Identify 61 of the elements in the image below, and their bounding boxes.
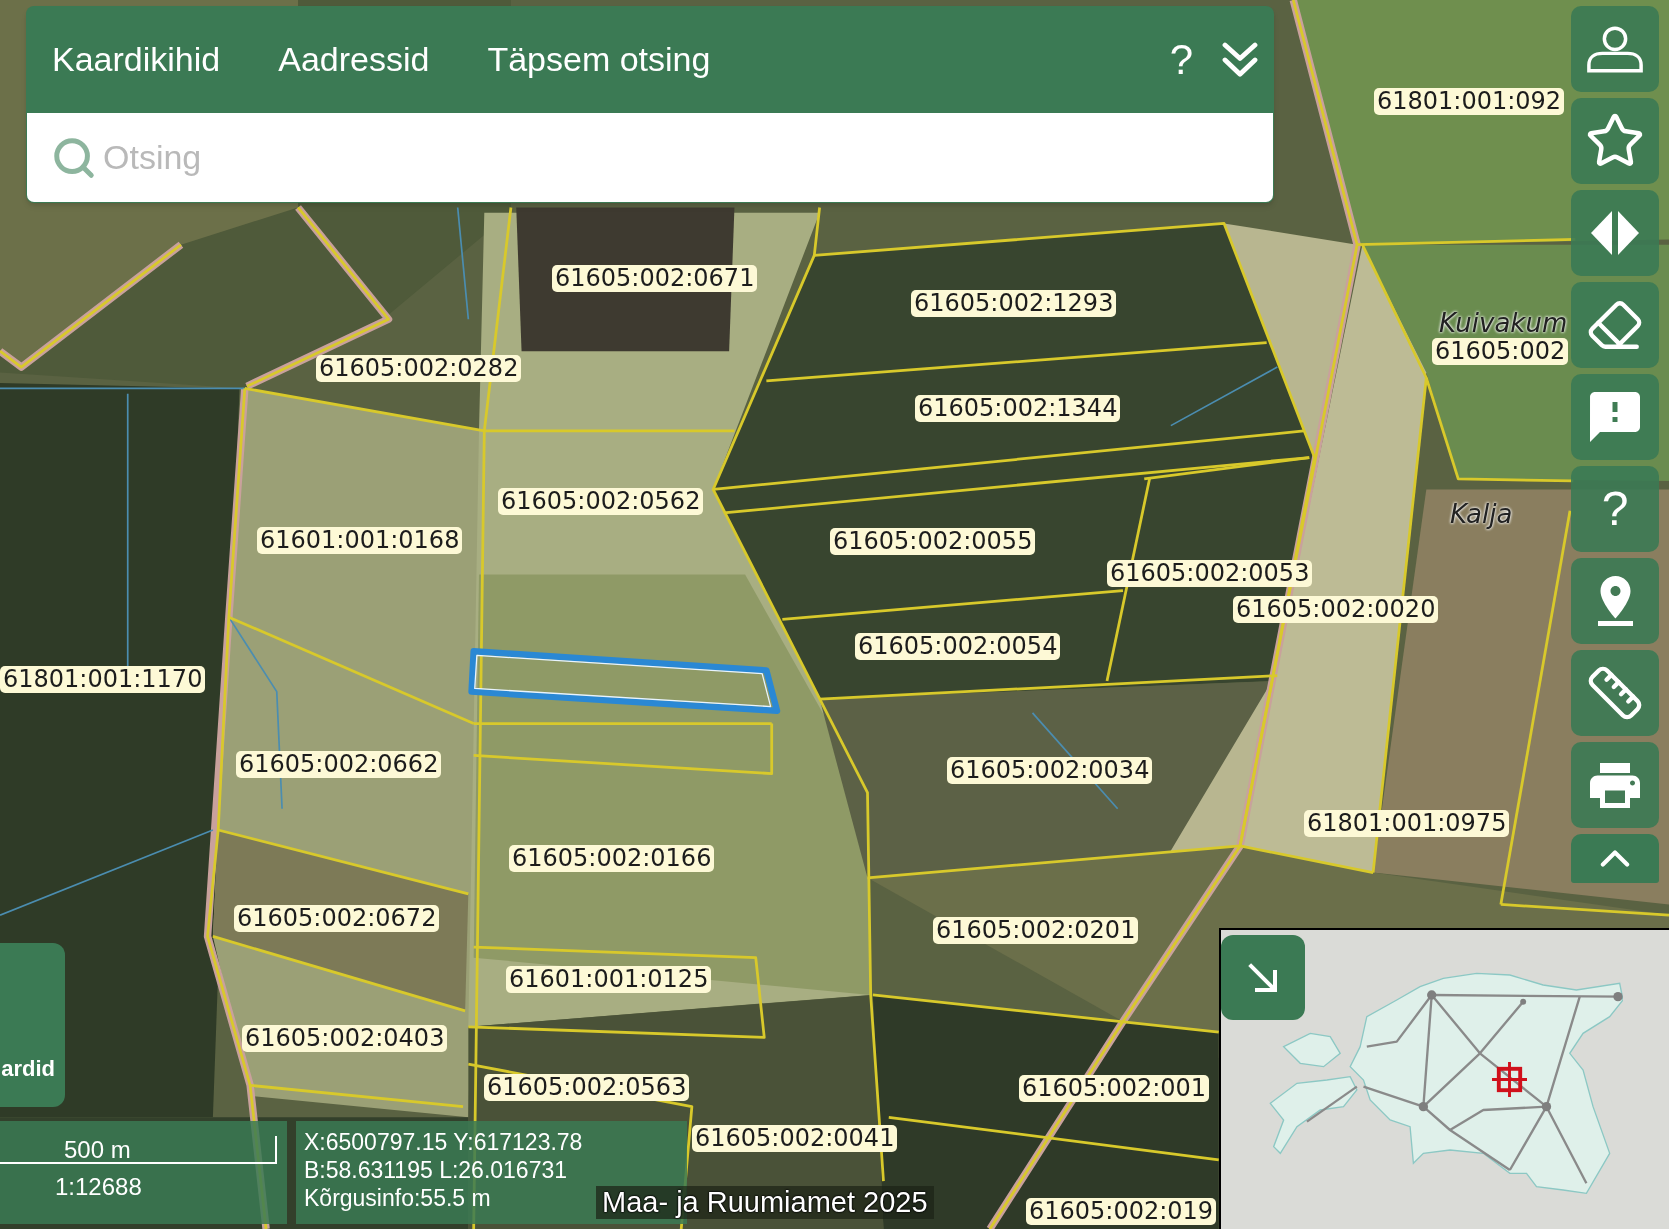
tab[interactable]: Kaardikihid: [26, 6, 247, 113]
swipe-button[interactable]: [1571, 190, 1659, 276]
place-name-label: Kuivakum: [1439, 309, 1568, 337]
left-right-triangles-icon: [1591, 211, 1639, 255]
parcel-label: 61605:002:0054: [855, 633, 1061, 660]
crosshair-icon: [1492, 1062, 1527, 1097]
message-alert-icon: [1590, 392, 1640, 442]
side-tab[interactable]: ardid: [0, 943, 65, 1107]
profile-button[interactable]: [1571, 6, 1659, 92]
parcel-label: 61605:002:0562: [498, 488, 704, 515]
parcel-label: 61605:002:0055: [830, 528, 1036, 555]
favorites-button[interactable]: [1571, 98, 1659, 184]
parcel-label: 61605:002:1293: [911, 290, 1117, 317]
parcel-label: 61601:001:0168: [257, 527, 463, 554]
help-button[interactable]: ?: [1157, 35, 1205, 84]
tab[interactable]: Täpsem otsing: [461, 6, 737, 113]
parcel-label: 61605:002:1344: [915, 395, 1121, 422]
parcel-label: 61605:002:0282: [316, 355, 522, 382]
coordinate-text: B:58.631195 L:26.016731: [304, 1156, 568, 1184]
user-icon: [1586, 25, 1644, 73]
parcel-label: 61605:002:0201: [933, 917, 1139, 944]
parcel-label: 61605:002:0053: [1107, 560, 1313, 587]
location-button[interactable]: [1571, 558, 1659, 644]
parcel-label: 61605:002:0166: [509, 845, 715, 872]
chevron-up-icon: [1600, 850, 1630, 867]
coordinate-text: Kõrgusinfo:55.5 m: [304, 1184, 491, 1212]
parcel-label: 61605:002:0034: [947, 757, 1153, 784]
coordinate-text: X:6500797.15 Y:617123.78: [304, 1128, 583, 1156]
scale-ratio: 1:12688: [55, 1173, 142, 1201]
parcel-label: 61801:001:1170: [0, 666, 206, 693]
parcel-label: 61605:002: [1432, 338, 1569, 365]
overview-toggle-button[interactable]: [1221, 935, 1305, 1020]
parcel-label: 61605:002:0020: [1233, 596, 1439, 623]
search-bar[interactable]: Otsing: [27, 113, 1273, 202]
print-button[interactable]: [1571, 742, 1659, 828]
map-pin-icon: [1597, 576, 1633, 626]
parcel-label: 61605:002:0662: [236, 751, 442, 778]
arrow-down-right-icon: [1247, 961, 1279, 994]
ruler-icon: [1586, 664, 1644, 722]
feedback-button[interactable]: [1571, 374, 1659, 460]
parcel-label: 61605:002:019: [1026, 1198, 1217, 1225]
parcel-label: 61801:001:092: [1374, 88, 1565, 115]
attribution-text: Maa- ja Ruumiamet 2025: [596, 1186, 934, 1219]
parcel-label: 61601:001:0125: [506, 966, 712, 993]
parcel-label: 61605:002:0672: [234, 905, 440, 932]
place-name-label: Kalja: [1450, 500, 1513, 528]
chevrons-down-icon: [1222, 41, 1258, 78]
parcel-label: 61605:002:0041: [692, 1125, 898, 1152]
parcel-label: 61605:002:001: [1019, 1075, 1210, 1102]
parcel-label: 61605:002:0671: [552, 265, 758, 292]
help-button[interactable]: ?: [1571, 466, 1659, 552]
parcel-label: 61801:001:0975: [1304, 810, 1510, 837]
scale-distance: 500 m: [64, 1136, 131, 1164]
collapse-toolbar-button[interactable]: [1571, 834, 1659, 883]
parcel-label: 61605:002:0563: [484, 1074, 690, 1101]
eraser-button[interactable]: [1571, 282, 1659, 368]
tab[interactable]: Aadressid: [252, 6, 456, 113]
measure-button[interactable]: [1571, 650, 1659, 736]
search-field[interactable]: Otsing: [103, 127, 1257, 188]
parcel-label: 61605:002:0403: [242, 1025, 448, 1052]
printer-icon: [1590, 762, 1640, 808]
